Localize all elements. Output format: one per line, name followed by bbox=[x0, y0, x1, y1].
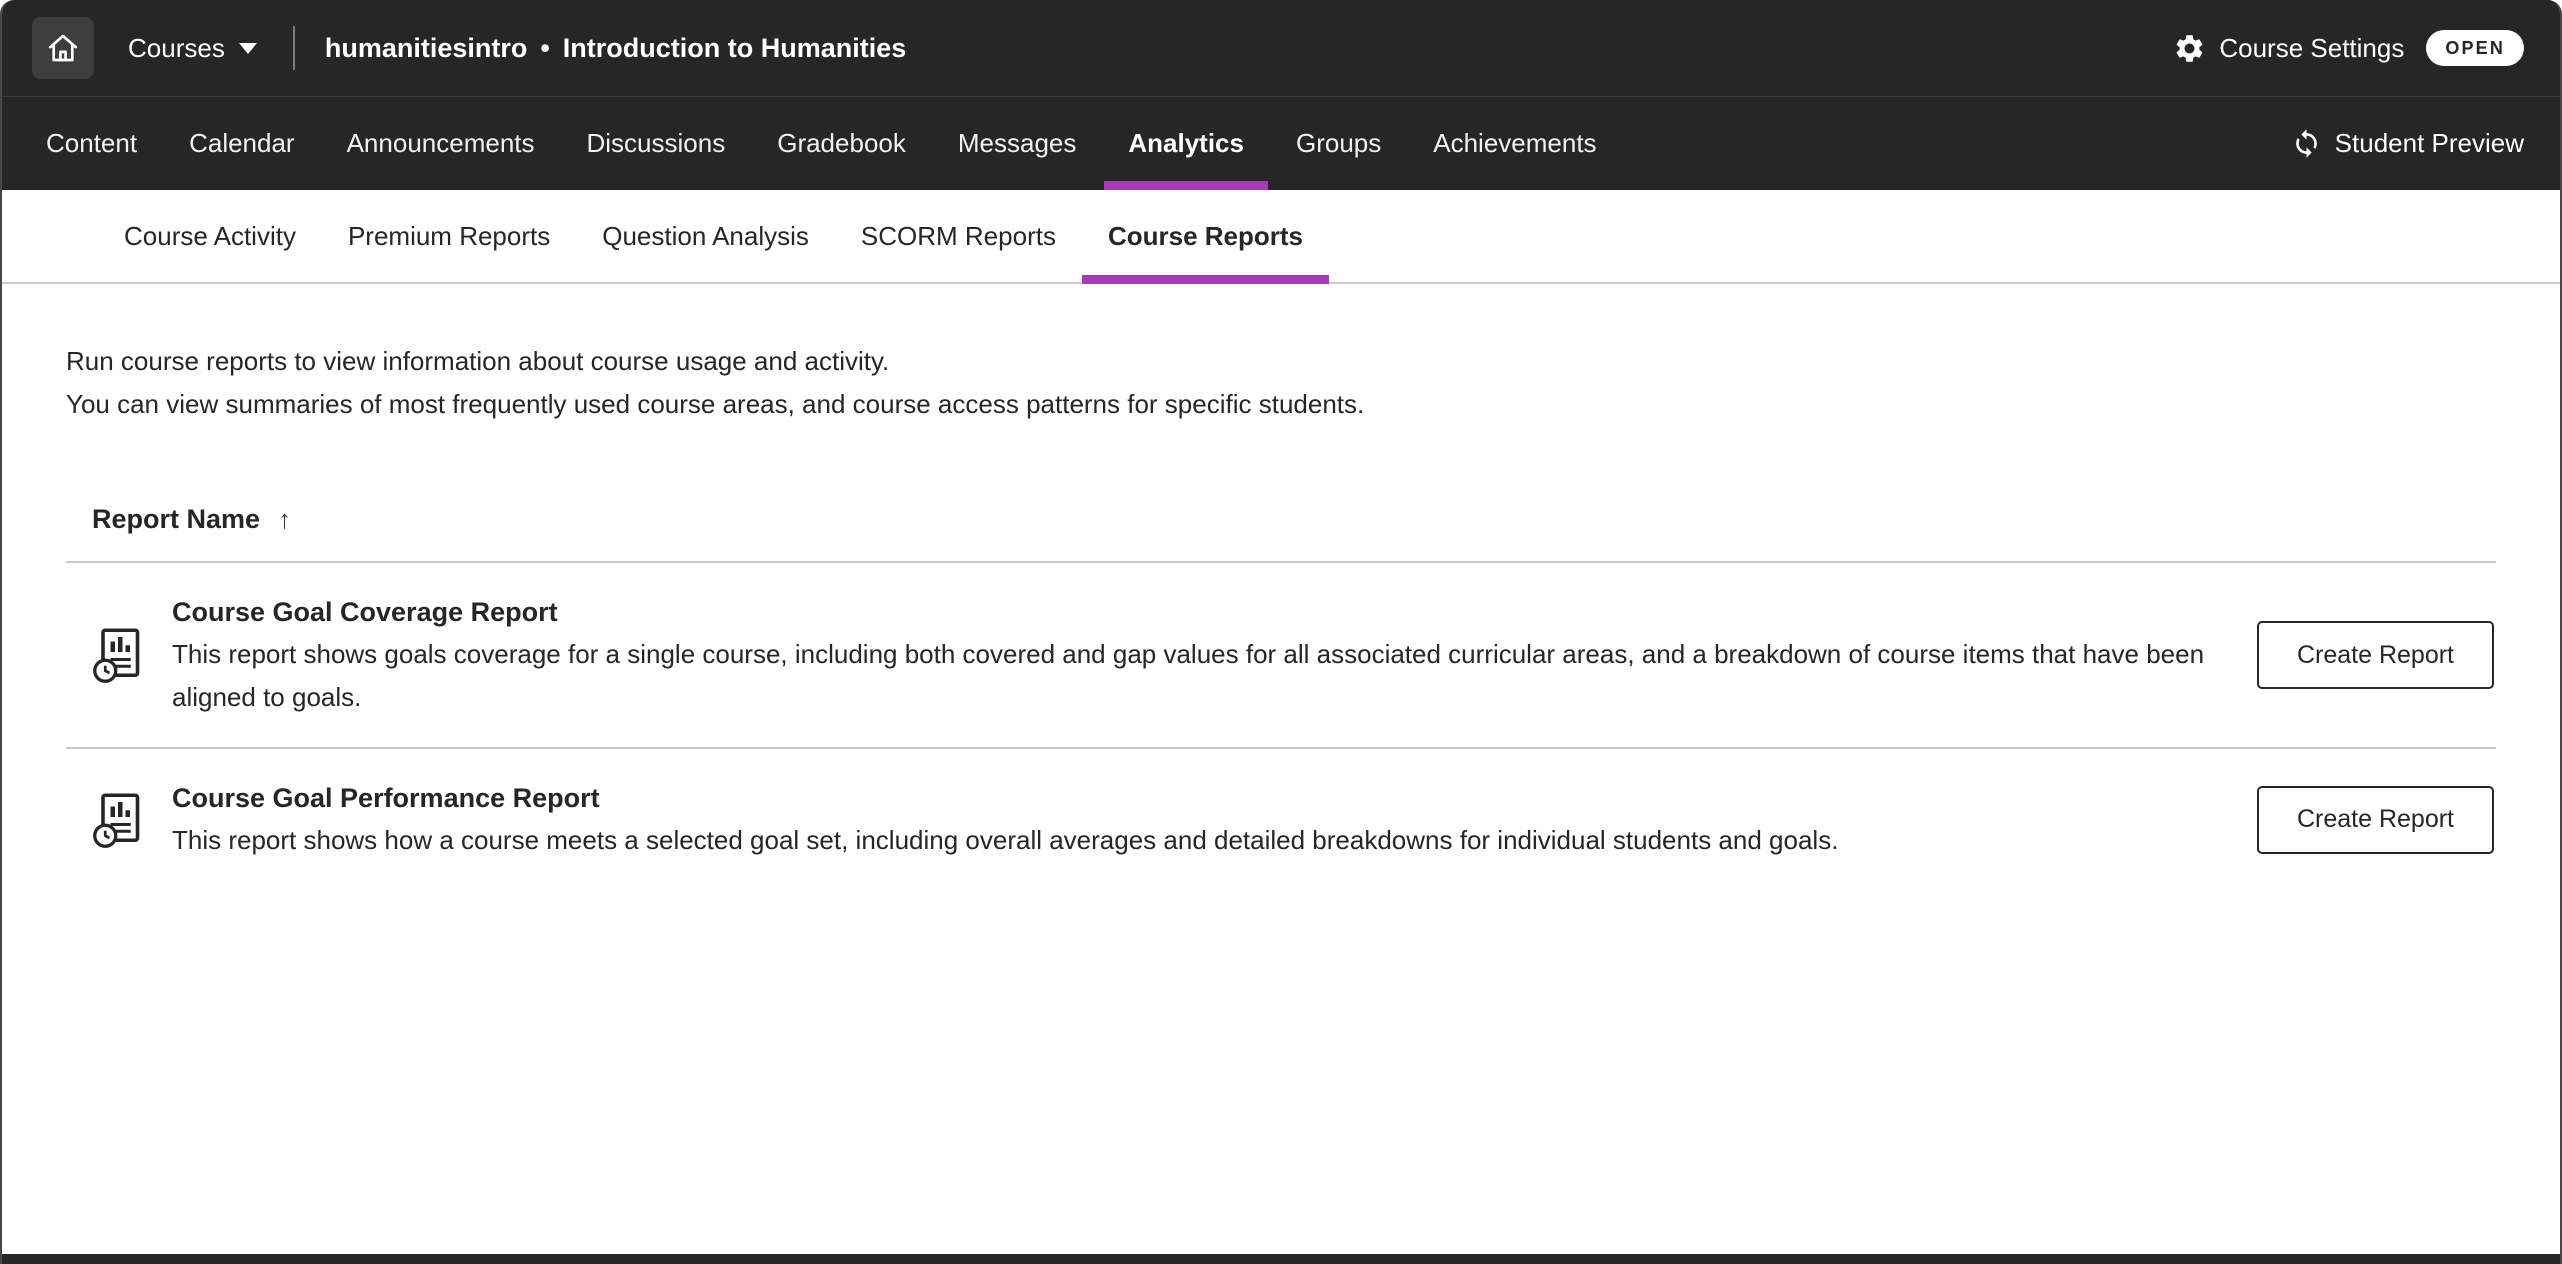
analytics-subnav: Course Activity Premium Reports Question… bbox=[2, 190, 2560, 284]
report-document-icon bbox=[90, 626, 146, 684]
nav-right: Student Preview bbox=[2291, 97, 2524, 190]
create-report-button[interactable]: Create Report bbox=[2257, 786, 2494, 854]
tab-analytics[interactable]: Analytics bbox=[1102, 97, 1270, 190]
report-row-performance: Course Goal Performance Report This repo… bbox=[66, 747, 2496, 890]
sort-ascending-icon: ↑ bbox=[278, 504, 291, 535]
student-preview-button[interactable]: Student Preview bbox=[2291, 128, 2524, 159]
report-name-sort-header[interactable]: Report Name ↑ bbox=[92, 504, 291, 535]
breadcrumb-course-id: humanitiesintro bbox=[325, 33, 528, 64]
intro-text: Run course reports to view information a… bbox=[66, 340, 2496, 426]
report-info: Course Goal Performance Report This repo… bbox=[172, 777, 2213, 862]
subtab-course-activity[interactable]: Course Activity bbox=[98, 190, 322, 282]
report-info: Course Goal Coverage Report This report … bbox=[172, 591, 2213, 719]
tab-achievements[interactable]: Achievements bbox=[1407, 97, 1622, 190]
courses-label: Courses bbox=[128, 33, 225, 64]
report-row-coverage: Course Goal Coverage Report This report … bbox=[66, 561, 2496, 747]
topbar-right: Course Settings OPEN bbox=[2173, 30, 2524, 66]
open-status-badge[interactable]: OPEN bbox=[2426, 30, 2524, 66]
report-description: This report shows goals coverage for a s… bbox=[172, 633, 2213, 719]
subtab-scorm-reports[interactable]: SCORM Reports bbox=[835, 190, 1082, 282]
tab-announcements[interactable]: Announcements bbox=[321, 97, 561, 190]
gear-icon bbox=[2173, 32, 2206, 65]
tab-groups[interactable]: Groups bbox=[1270, 97, 1407, 190]
courses-dropdown[interactable]: Courses bbox=[122, 32, 263, 65]
subtab-course-reports[interactable]: Course Reports bbox=[1082, 190, 1329, 282]
window-bottom-edge bbox=[2, 1254, 2560, 1264]
chevron-down-icon bbox=[239, 43, 257, 54]
course-settings-button[interactable]: Course Settings bbox=[2173, 32, 2404, 65]
home-button[interactable] bbox=[32, 17, 94, 79]
report-description: This report shows how a course meets a s… bbox=[172, 819, 2213, 862]
subtab-premium-reports[interactable]: Premium Reports bbox=[322, 190, 576, 282]
course-settings-label: Course Settings bbox=[2219, 33, 2404, 64]
topbar-divider bbox=[293, 26, 295, 70]
create-report-button[interactable]: Create Report bbox=[2257, 621, 2494, 689]
student-preview-icon bbox=[2291, 128, 2322, 159]
report-document-icon bbox=[90, 791, 146, 849]
intro-line-2: You can view summaries of most frequentl… bbox=[66, 383, 2496, 426]
breadcrumb: humanitiesintro • Introduction to Humani… bbox=[325, 33, 906, 64]
report-name-header-label: Report Name bbox=[92, 504, 260, 535]
home-icon bbox=[45, 30, 81, 66]
intro-line-1: Run course reports to view information a… bbox=[66, 340, 2496, 383]
tab-messages[interactable]: Messages bbox=[932, 97, 1103, 190]
report-title: Course Goal Coverage Report bbox=[172, 591, 2213, 633]
course-reports-panel: Run course reports to view information a… bbox=[2, 284, 2560, 890]
student-preview-label: Student Preview bbox=[2335, 128, 2524, 159]
subtab-question-analysis[interactable]: Question Analysis bbox=[576, 190, 835, 282]
tab-gradebook[interactable]: Gradebook bbox=[751, 97, 932, 190]
tab-discussions[interactable]: Discussions bbox=[561, 97, 752, 190]
report-title: Course Goal Performance Report bbox=[172, 777, 2213, 819]
course-nav: Content Calendar Announcements Discussio… bbox=[2, 96, 2560, 190]
tab-calendar[interactable]: Calendar bbox=[163, 97, 321, 190]
top-bar: Courses humanitiesintro • Introduction t… bbox=[2, 0, 2560, 96]
app-window: Courses humanitiesintro • Introduction t… bbox=[0, 0, 2562, 1264]
breadcrumb-bullet: • bbox=[540, 33, 549, 64]
breadcrumb-course-title: Introduction to Humanities bbox=[563, 33, 907, 64]
tab-content[interactable]: Content bbox=[20, 97, 163, 190]
